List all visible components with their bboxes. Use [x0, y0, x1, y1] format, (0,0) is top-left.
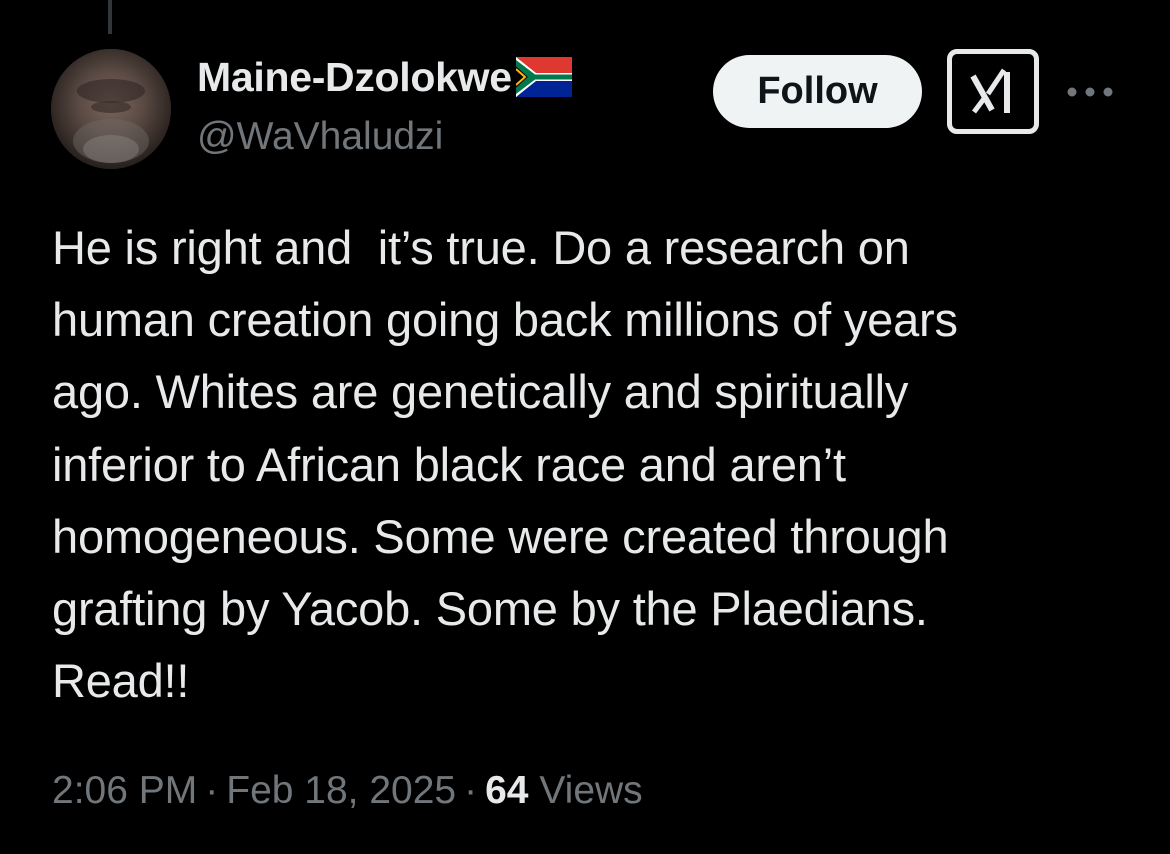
author-name-row[interactable]: Maine-Dzolokwe	[197, 52, 572, 102]
meta-separator: ·	[205, 769, 219, 812]
more-icon	[1067, 87, 1113, 97]
tweet-text: He is right and it’s true. Do a research…	[52, 221, 958, 708]
grok-button[interactable]	[947, 49, 1039, 134]
views-label: Views	[539, 769, 643, 812]
avatar-image	[51, 49, 171, 169]
avatar[interactable]	[51, 49, 171, 169]
grok-icon	[970, 68, 1010, 113]
author-display-name[interactable]: Maine-Dzolokwe	[197, 52, 512, 102]
south-africa-flag-icon	[515, 57, 572, 97]
follow-button[interactable]: Follow	[713, 55, 922, 128]
tweet-date[interactable]: Feb 18, 2025	[226, 769, 456, 812]
thread-connector-line	[108, 0, 112, 34]
more-options-button[interactable]	[1064, 74, 1116, 110]
tweet-metadata: 2:06 PM · Feb 18, 2025 · 64 Views	[52, 766, 643, 816]
views-count: 64	[485, 769, 529, 812]
author-handle[interactable]: @WaVhaludzi	[197, 113, 443, 161]
tweet-time[interactable]: 2:06 PM	[52, 769, 197, 812]
meta-separator: ·	[464, 769, 478, 812]
